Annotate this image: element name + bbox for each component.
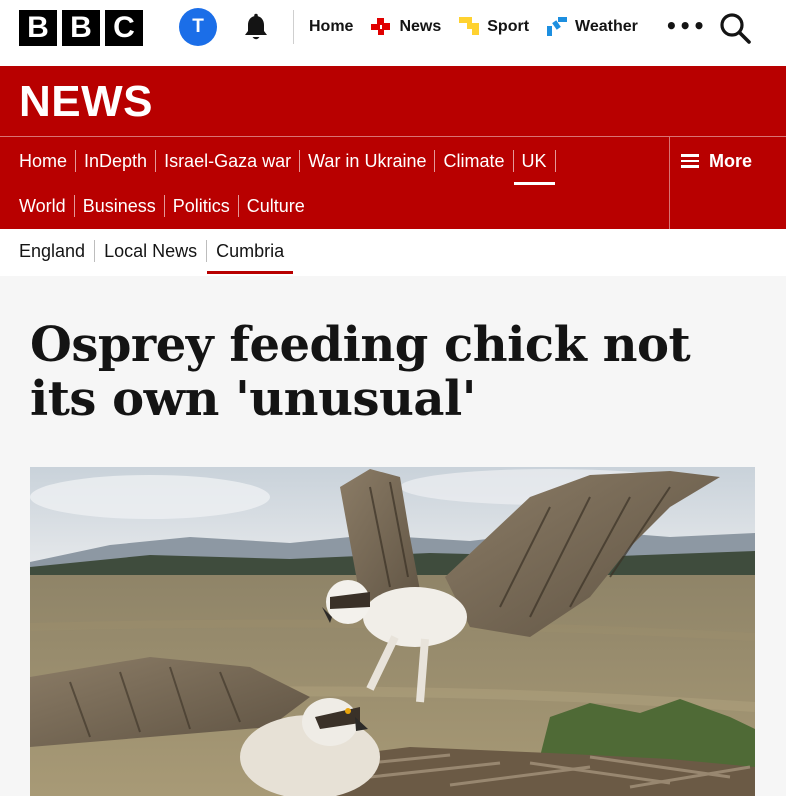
more-divider xyxy=(669,137,670,229)
primary-nav-row-2: World Business Politics Culture xyxy=(19,192,313,220)
masthead-link-sport[interactable]: Sport xyxy=(459,17,529,37)
news-section-title[interactable]: NEWS xyxy=(19,78,153,126)
masthead-link-news[interactable]: News xyxy=(371,18,441,36)
bbc-logo-letter: B xyxy=(19,10,57,46)
nav-item-war-in-ukraine[interactable]: War in Ukraine xyxy=(300,147,434,175)
more-menu-button[interactable]: More xyxy=(681,147,752,175)
osprey-photo xyxy=(30,467,755,796)
article-lead-image[interactable] xyxy=(30,467,755,796)
search-icon[interactable] xyxy=(718,11,752,45)
nav-item-culture[interactable]: Culture xyxy=(239,192,313,220)
article-headline: Osprey feeding chick not its own 'unusua… xyxy=(30,317,691,427)
nav-item-indepth[interactable]: InDepth xyxy=(76,147,155,175)
more-menu-label: More xyxy=(709,150,753,171)
hamburger-icon xyxy=(681,154,699,168)
notifications-bell-icon[interactable] xyxy=(240,12,272,44)
weather-icon xyxy=(547,17,568,36)
masthead-link-label: Sport xyxy=(487,18,530,35)
nav-item-business[interactable]: Business xyxy=(75,192,164,220)
masthead-link-label: News xyxy=(399,18,442,35)
bbc-logo-letter: B xyxy=(62,10,100,46)
more-services-button[interactable]: ••• xyxy=(665,14,706,38)
sport-icon xyxy=(459,17,480,35)
bbc-logo[interactable]: B B C xyxy=(19,10,143,46)
article-body: Osprey feeding chick not its own 'unusua… xyxy=(0,276,786,796)
masthead-nav: Home News Sport Weather xyxy=(309,0,656,54)
nav-item-climate[interactable]: Climate xyxy=(435,147,512,175)
bbc-masthead: B B C T Home News Sport Weather ••• xyxy=(0,0,786,58)
masthead-link-label: Home xyxy=(309,18,354,35)
primary-nav-row-1: Home InDepth Israel-Gaza war War in Ukra… xyxy=(19,147,556,185)
subnav-item-local-news[interactable]: Local News xyxy=(95,236,206,266)
news-icon xyxy=(371,18,391,35)
masthead-divider xyxy=(293,10,294,44)
nav-item-world[interactable]: World xyxy=(19,192,74,220)
masthead-link-label: Weather xyxy=(575,18,638,35)
nav-item-home[interactable]: Home xyxy=(19,147,75,175)
subnav-item-cumbria[interactable]: Cumbria xyxy=(207,236,294,274)
masthead-link-home[interactable]: Home xyxy=(309,18,353,36)
subnav-item-england[interactable]: England xyxy=(19,236,94,266)
account-avatar-button[interactable]: T xyxy=(179,8,217,46)
nav-item-politics[interactable]: Politics xyxy=(165,192,238,220)
nav-separator xyxy=(554,150,556,172)
news-section-header: NEWS Home InDepth Israel-Gaza war War in… xyxy=(0,66,786,229)
bbc-logo-letter: C xyxy=(105,10,143,46)
nav-item-israel-gaza-war[interactable]: Israel-Gaza war xyxy=(156,147,299,175)
nav-item-uk[interactable]: UK xyxy=(513,147,555,185)
secondary-nav: England Local News Cumbria xyxy=(19,236,294,274)
masthead-link-weather[interactable]: Weather xyxy=(547,17,638,37)
